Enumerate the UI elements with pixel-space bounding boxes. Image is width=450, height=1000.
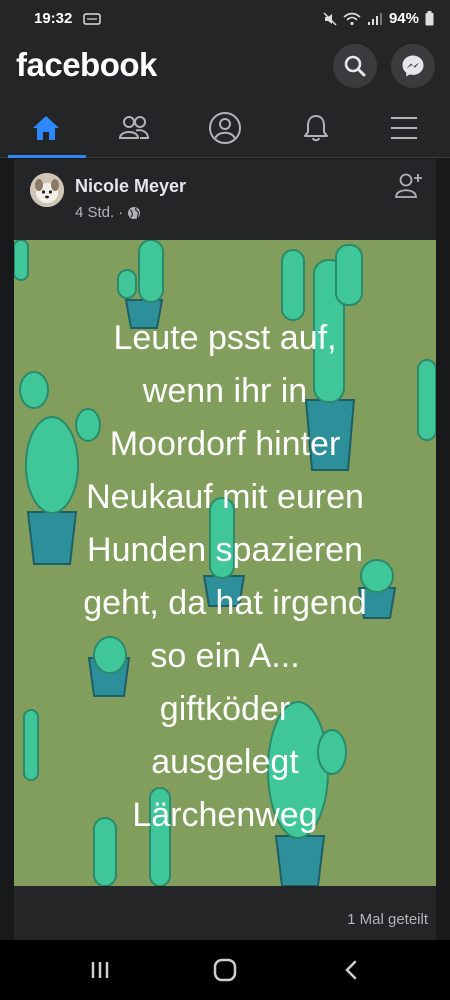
post-card: Nicole Meyer 4 Std. · Leute psst auf, we… xyxy=(14,159,436,940)
avatar[interactable] xyxy=(30,173,64,207)
tab-profile[interactable] xyxy=(183,98,267,158)
news-feed[interactable]: Nicole Meyer 4 Std. · Leute psst auf, we… xyxy=(0,159,450,940)
post-author[interactable]: Nicole Meyer xyxy=(75,176,186,197)
tab-friends[interactable] xyxy=(92,98,176,158)
messenger-button[interactable] xyxy=(391,44,435,88)
messenger-icon xyxy=(402,55,424,77)
post-text-background[interactable]: Leute psst auf, wenn ihr in Moordorf hin… xyxy=(14,240,436,886)
search-icon xyxy=(344,55,366,77)
tab-notifications[interactable] xyxy=(274,98,358,158)
share-count[interactable]: 1 Mal geteilt xyxy=(347,911,428,928)
meta-separator: · xyxy=(118,204,124,221)
bell-icon xyxy=(304,115,328,142)
ctr-icon xyxy=(83,13,101,25)
home-icon xyxy=(33,116,59,140)
globe-icon xyxy=(128,206,141,219)
friends-icon xyxy=(118,116,150,139)
add-friend-button[interactable] xyxy=(394,171,424,201)
battery-icon xyxy=(425,11,434,26)
status-icons: 94% xyxy=(323,10,434,27)
mute-icon xyxy=(323,11,337,26)
status-time: 19:32 xyxy=(34,10,73,27)
facebook-logo[interactable]: facebook xyxy=(16,46,157,84)
home-circle-icon xyxy=(213,958,237,982)
system-navigation-bar xyxy=(0,940,450,1000)
tab-menu[interactable] xyxy=(362,98,446,158)
post-time[interactable]: 4 Std. xyxy=(75,204,114,221)
back-button[interactable] xyxy=(331,952,371,988)
main-nav xyxy=(0,98,450,158)
recent-apps-icon xyxy=(91,962,109,978)
recent-apps-button[interactable] xyxy=(80,952,120,988)
signal-icon xyxy=(367,12,382,25)
status-bar: 19:32 94% xyxy=(0,0,450,38)
post-meta: 4 Std. · xyxy=(75,204,141,221)
tab-home[interactable] xyxy=(4,98,88,158)
search-button[interactable] xyxy=(333,44,377,88)
back-icon xyxy=(345,960,357,980)
app-header: facebook xyxy=(0,38,450,98)
battery-level: 94% xyxy=(388,10,419,27)
menu-icon xyxy=(391,117,417,139)
post-text: Leute psst auf, wenn ihr in Moordorf hin… xyxy=(83,319,367,834)
wifi-icon xyxy=(343,12,361,25)
home-button[interactable] xyxy=(205,952,245,988)
avatar-image xyxy=(30,173,64,207)
profile-icon xyxy=(209,112,241,144)
add-friend-icon xyxy=(395,173,422,198)
